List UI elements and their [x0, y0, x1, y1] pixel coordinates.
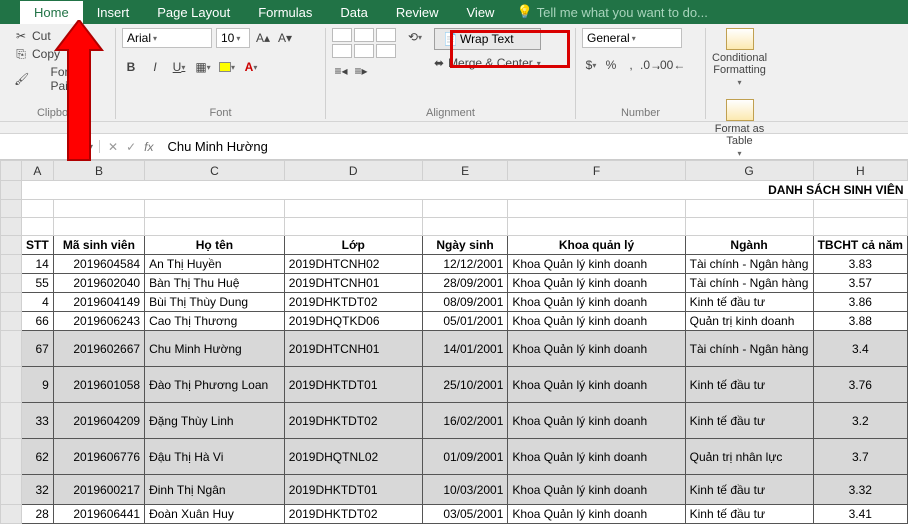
comma-format-button[interactable]: , — [622, 56, 640, 74]
table-row[interactable]: 662019606243Cao Thị Thương2019DHQTKD0605… — [1, 312, 908, 331]
col-header-f[interactable]: F — [508, 161, 685, 181]
decrease-font-button[interactable]: A▾ — [276, 29, 294, 47]
table-header[interactable]: Lớp — [284, 236, 422, 255]
italic-button[interactable]: I — [146, 58, 164, 76]
tab-formulas[interactable]: Formulas — [244, 1, 326, 24]
formula-input[interactable]: Chu Minh Hường — [161, 137, 908, 156]
number-group-label: Number — [582, 107, 699, 119]
conditional-formatting-icon — [726, 28, 754, 50]
tab-review[interactable]: Review — [382, 1, 453, 24]
cancel-formula-icon[interactable]: ✕ — [108, 140, 118, 154]
table-icon — [726, 99, 754, 121]
font-size-select[interactable]: 10▾ — [216, 28, 250, 48]
wrap-text-button[interactable]: 📄 Wrap Text — [434, 28, 541, 50]
decrease-indent-button[interactable]: ≡◂ — [332, 62, 350, 80]
increase-font-button[interactable]: A▴ — [254, 29, 272, 47]
col-header-e[interactable]: E — [422, 161, 508, 181]
merge-center-button[interactable]: ⬌ Merge & Center▾ — [434, 56, 541, 70]
format-painter-button[interactable]: 🖌Format Painter — [12, 64, 109, 94]
wrap-text-icon: 📄 — [443, 32, 458, 46]
table-row[interactable]: 552019602040Bàn Thị Thu Huệ2019DHTCNH012… — [1, 274, 908, 293]
alignment-buttons[interactable] — [332, 28, 396, 58]
table-header[interactable]: Ngày sinh — [422, 236, 508, 255]
tab-home[interactable]: Home — [20, 1, 83, 24]
formula-bar: ▾ ✕ ✓ fx Chu Minh Hường — [0, 134, 908, 160]
col-header-b[interactable]: B — [53, 161, 144, 181]
percent-format-button[interactable]: % — [602, 56, 620, 74]
ribbon: ✂Cut ⎘Copy 🖌Format Painter Clipboard Ari… — [0, 24, 908, 122]
merge-icon: ⬌ — [434, 56, 444, 70]
clipboard-group-label: Clipboard — [12, 107, 109, 119]
table-row[interactable]: 92019601058Đào Thị Phương Loan2019DHKTDT… — [1, 367, 908, 403]
brush-icon: 🖌 — [14, 72, 28, 86]
enter-formula-icon[interactable]: ✓ — [126, 140, 136, 154]
name-box[interactable]: ▾ — [0, 140, 100, 153]
table-row[interactable]: 142019604584An Thị Huyền2019DHTCNH0212/1… — [1, 255, 908, 274]
ribbon-tabs: Home Insert Page Layout Formulas Data Re… — [0, 0, 908, 24]
decrease-decimal-button[interactable]: .00← — [662, 56, 680, 74]
copy-button[interactable]: ⎘Copy — [12, 46, 109, 62]
col-header-h[interactable]: H — [813, 161, 907, 181]
tab-page-layout[interactable]: Page Layout — [143, 1, 244, 24]
fx-icon[interactable]: fx — [144, 140, 153, 154]
tell-me-search[interactable]: 💡 Tell me what you want to do... — [516, 4, 707, 20]
tab-view[interactable]: View — [453, 1, 509, 24]
table-header[interactable]: Khoa quản lý — [508, 236, 685, 255]
table-row[interactable]: 282019606441Đoàn Xuân Huy2019DHKTDT0203/… — [1, 505, 908, 524]
table-row[interactable]: 622019606776Đậu Thị Hà Vi2019DHQTNL0201/… — [1, 439, 908, 475]
font-name-select[interactable]: Arial▾ — [122, 28, 212, 48]
select-all-corner[interactable] — [1, 161, 22, 181]
table-header[interactable]: Mã sinh viên — [53, 236, 144, 255]
table-header[interactable]: STT — [21, 236, 53, 255]
copy-icon: ⎘ — [14, 47, 28, 61]
chevron-down-icon: ▾ — [153, 34, 157, 43]
table-header[interactable]: Ngành — [685, 236, 813, 255]
fill-color-button[interactable]: ▾ — [218, 58, 236, 76]
col-header-c[interactable]: C — [145, 161, 285, 181]
chevron-down-icon: ▾ — [89, 142, 93, 151]
cut-button[interactable]: ✂Cut — [12, 28, 109, 44]
underline-button[interactable]: U▾ — [170, 58, 188, 76]
conditional-formatting-button[interactable]: Conditional Formatting▾ — [712, 28, 767, 87]
scissors-icon: ✂ — [14, 29, 28, 43]
table-row[interactable]: 322019600217Đinh Thị Ngân2019DHKTDT0110/… — [1, 475, 908, 505]
table-row[interactable]: 672019602667Chu Minh Hường2019DHTCNH0114… — [1, 331, 908, 367]
accounting-format-button[interactable]: $▾ — [582, 56, 600, 74]
sheet-title[interactable]: DANH SÁCH SINH VIÊN — [21, 181, 907, 200]
tab-data[interactable]: Data — [326, 1, 381, 24]
col-header-a[interactable]: A — [21, 161, 53, 181]
table-header[interactable]: TBCHT cả năm — [813, 236, 907, 255]
number-format-select[interactable]: General▾ — [582, 28, 682, 48]
bold-button[interactable]: B — [122, 58, 140, 76]
chevron-down-icon: ▾ — [236, 34, 240, 43]
col-header-d[interactable]: D — [284, 161, 422, 181]
tab-insert[interactable]: Insert — [83, 1, 144, 24]
worksheet-grid[interactable]: A B C D E F G H DANH SÁCH SINH VIÊN STT … — [0, 160, 908, 524]
table-row[interactable]: 42019604149Bùi Thị Thùy Dung2019DHKTDT02… — [1, 293, 908, 312]
alignment-group-label: Alignment — [332, 107, 569, 119]
chevron-down-icon: ▾ — [632, 34, 636, 43]
table-header[interactable]: Họ tên — [145, 236, 285, 255]
lightbulb-icon: 💡 — [516, 4, 532, 20]
borders-button[interactable]: ▦▾ — [194, 58, 212, 76]
font-color-button[interactable]: A▾ — [242, 58, 260, 76]
table-row[interactable]: 332019604209Đặng Thùy Linh2019DHKTDT0216… — [1, 403, 908, 439]
col-header-g[interactable]: G — [685, 161, 813, 181]
font-group-label: Font — [122, 107, 319, 119]
orientation-button[interactable]: ⟲▾ — [406, 28, 424, 46]
increase-indent-button[interactable]: ≡▸ — [352, 62, 370, 80]
